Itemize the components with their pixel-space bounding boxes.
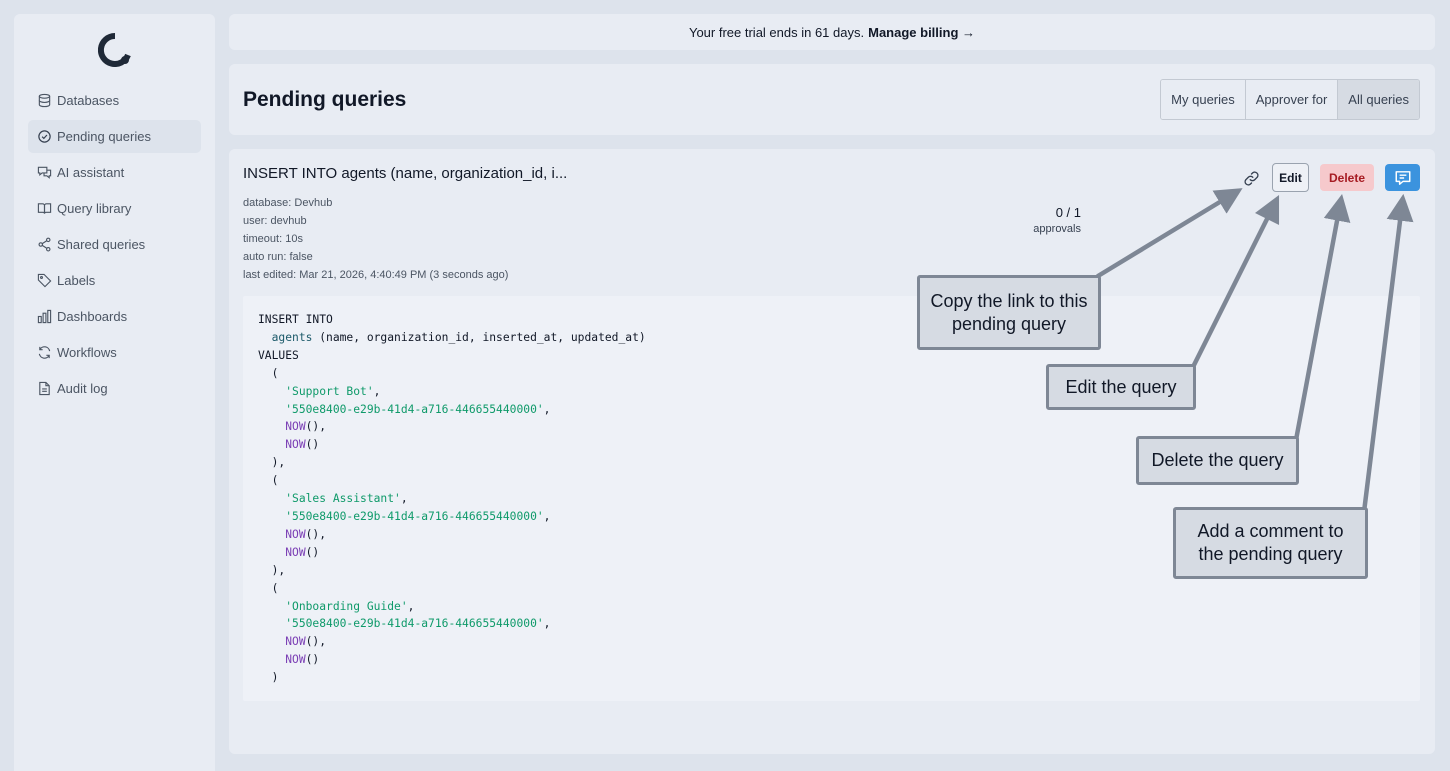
sidebar-item-label: Shared queries — [57, 237, 146, 252]
code-fn: NOW — [285, 653, 306, 667]
book-icon — [37, 203, 52, 214]
tag-icon — [37, 273, 52, 288]
sidebar-item-dashboards[interactable]: Dashboards — [28, 300, 201, 333]
sidebar-item-label: Pending queries — [57, 129, 151, 144]
document-icon — [39, 381, 50, 396]
sidebar-nav: Databases Pending queries AI assistant Q… — [28, 84, 201, 408]
approvals-counter: 0 / 1 approvals — [1009, 205, 1081, 235]
meta-auto-run: auto run: false — [243, 251, 313, 263]
sidebar-item-label: AI assistant — [57, 165, 125, 180]
query-sql-code: INSERT INTO agents (name, organization_i… — [243, 296, 1420, 701]
meta-last-edited: last edited: Mar 21, 2026, 4:40:49 PM (3… — [243, 269, 509, 281]
trial-banner: Your free trial ends in 61 days. Manage … — [229, 14, 1435, 50]
sidebar-item-databases[interactable]: Databases — [28, 84, 201, 117]
logo-icon[interactable] — [98, 33, 132, 67]
sidebar: Databases Pending queries AI assistant Q… — [14, 14, 215, 771]
code-fn: NOW — [285, 438, 306, 452]
sidebar-item-label: Query library — [57, 201, 132, 216]
link-icon — [1243, 170, 1259, 186]
code-fn: NOW — [285, 527, 306, 541]
meta-user: user: devhub — [243, 215, 307, 227]
filter-my-queries[interactable]: My queries — [1161, 80, 1246, 119]
edit-button[interactable]: Edit — [1272, 163, 1309, 192]
pending-check-icon — [38, 130, 51, 143]
sidebar-item-label: Labels — [57, 273, 96, 288]
query-filter-group: My queries Approver for All queries — [1160, 79, 1420, 120]
refresh-icon — [38, 346, 51, 359]
tooltip-copy-link: Copy the link to this pending query — [917, 275, 1101, 350]
code-fn: NOW — [285, 420, 306, 434]
code-insert-into: INSERT INTO — [258, 313, 333, 326]
approvals-label: approvals — [1033, 223, 1081, 235]
code-fn: NOW — [285, 635, 306, 649]
code-row-org: '550e8400-e29b-41d4-a716-446655440000' — [285, 509, 544, 523]
meta-timeout: timeout: 10s — [243, 233, 303, 245]
filter-all-queries[interactable]: All queries — [1338, 80, 1419, 119]
code-fn: NOW — [285, 545, 306, 559]
sidebar-item-ai-assistant[interactable]: AI assistant — [28, 156, 201, 189]
filter-approver-for[interactable]: Approver for — [1245, 80, 1339, 119]
page-title: Pending queries — [243, 88, 407, 111]
sidebar-item-workflows[interactable]: Workflows — [28, 336, 201, 369]
tooltip-edit: Edit the query — [1046, 364, 1196, 410]
database-icon — [38, 93, 51, 108]
meta-database: database: Devhub — [243, 197, 333, 209]
approvals-count: 0 / 1 — [1055, 205, 1081, 220]
share-icon — [38, 237, 51, 252]
copy-link-button[interactable] — [1240, 167, 1262, 189]
page-header: Pending queries My queries Approver for … — [229, 64, 1435, 135]
sidebar-item-query-library[interactable]: Query library — [28, 192, 201, 225]
sidebar-item-pending-queries[interactable]: Pending queries — [28, 120, 201, 153]
code-row-name: 'Sales Assistant' — [285, 492, 401, 506]
sidebar-item-audit-log[interactable]: Audit log — [28, 372, 201, 405]
trial-banner-text: Your free trial ends in 61 days. — [688, 24, 865, 40]
tooltip-comment: Add a comment to the pending query — [1173, 507, 1368, 579]
sidebar-item-label: Databases — [57, 93, 120, 108]
sidebar-item-label: Workflows — [57, 345, 117, 360]
sidebar-item-shared-queries[interactable]: Shared queries — [28, 228, 201, 261]
sidebar-item-label: Audit log — [57, 381, 108, 396]
code-row-org: '550e8400-e29b-41d4-a716-446655440000' — [285, 402, 544, 416]
code-table-name: agents — [271, 330, 313, 344]
sidebar-item-label: Dashboards — [57, 309, 128, 324]
code-row-name: 'Onboarding Guide' — [285, 599, 408, 613]
code-columns: (name, organization_id, inserted_at, upd… — [312, 330, 646, 344]
code-row-org: '550e8400-e29b-41d4-a716-446655440000' — [285, 617, 544, 631]
query-title[interactable]: INSERT INTO agents (name, organization_i… — [243, 165, 567, 182]
sidebar-item-labels[interactable]: Labels — [28, 264, 201, 297]
chat-bubbles-icon — [37, 166, 52, 179]
query-meta: database: Devhub user: devhub timeout: 1… — [243, 194, 508, 284]
comment-button[interactable] — [1385, 164, 1420, 191]
code-values-keyword: VALUES — [258, 348, 299, 362]
delete-button[interactable]: Delete — [1320, 164, 1374, 191]
comment-icon — [1395, 170, 1410, 185]
manage-billing-link[interactable]: Manage billing → — [868, 25, 975, 40]
tooltip-delete: Delete the query — [1136, 436, 1299, 485]
bar-chart-icon — [37, 309, 52, 324]
code-row-name: 'Support Bot' — [285, 384, 374, 398]
